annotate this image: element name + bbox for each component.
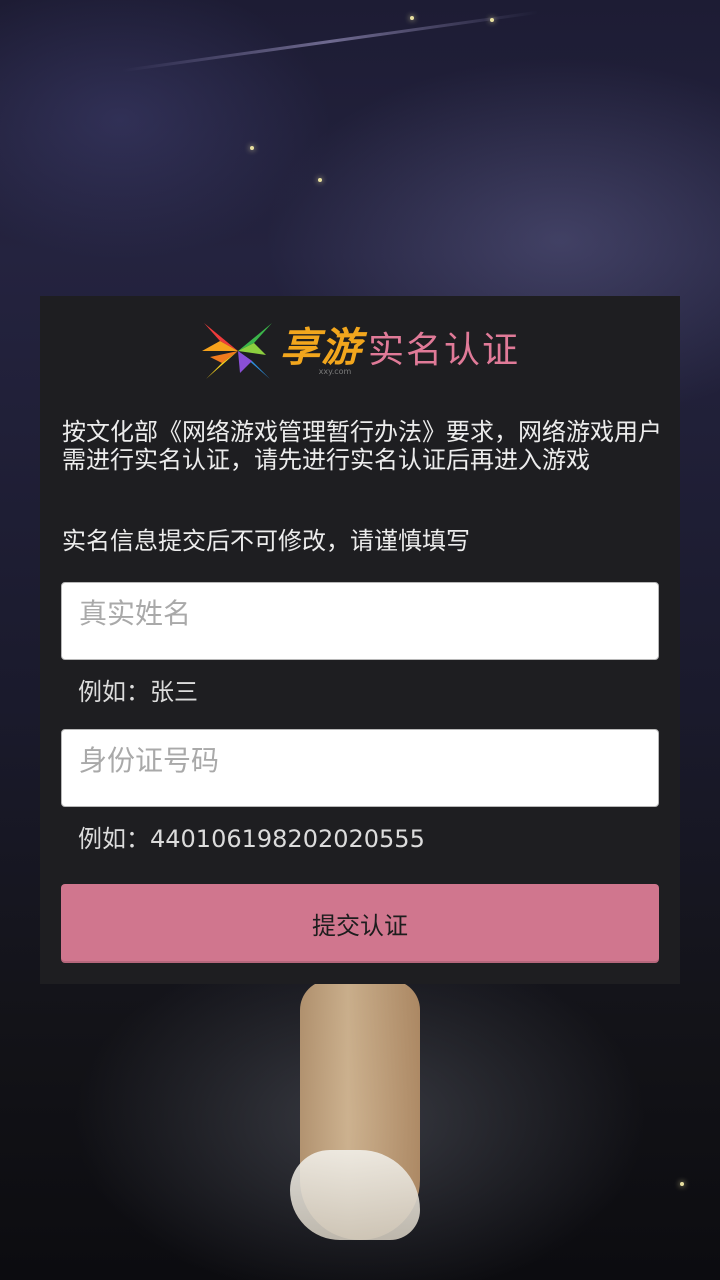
sky-streak — [121, 10, 539, 73]
star — [490, 18, 494, 22]
star — [410, 16, 414, 20]
irreversible-warning: 实名信息提交后不可修改，请谨慎填写 — [62, 527, 470, 555]
star — [250, 146, 254, 150]
submit-verification-button[interactable]: 提交认证 — [61, 884, 659, 963]
real-name-auth-dialog: 享游 xxy.com 实名认证 按文化部《网络游戏管理暂行办法》要求，网络游戏用… — [40, 296, 680, 984]
brand-domain: xxy.com — [318, 366, 352, 376]
dialog-header: 享游 xxy.com 实名认证 — [40, 316, 680, 386]
dialog-title: 实名认证 — [367, 330, 520, 371]
regulation-notice: 按文化部《网络游戏管理暂行办法》要求，网络游戏用户需进行实名认证，请先进行实名认… — [62, 418, 662, 474]
pinwheel-x-logo-icon — [201, 323, 272, 379]
star — [680, 1182, 684, 1186]
real-name-hint: 例如：张三 — [78, 678, 198, 706]
star — [318, 178, 322, 182]
id-number-input[interactable] — [61, 729, 659, 807]
brand-logo: 享游 xxy.com — [280, 327, 362, 376]
brand-name: 享游 — [279, 324, 362, 371]
id-number-hint: 例如：440106198202020555 — [78, 825, 425, 853]
real-name-input[interactable] — [61, 582, 659, 660]
